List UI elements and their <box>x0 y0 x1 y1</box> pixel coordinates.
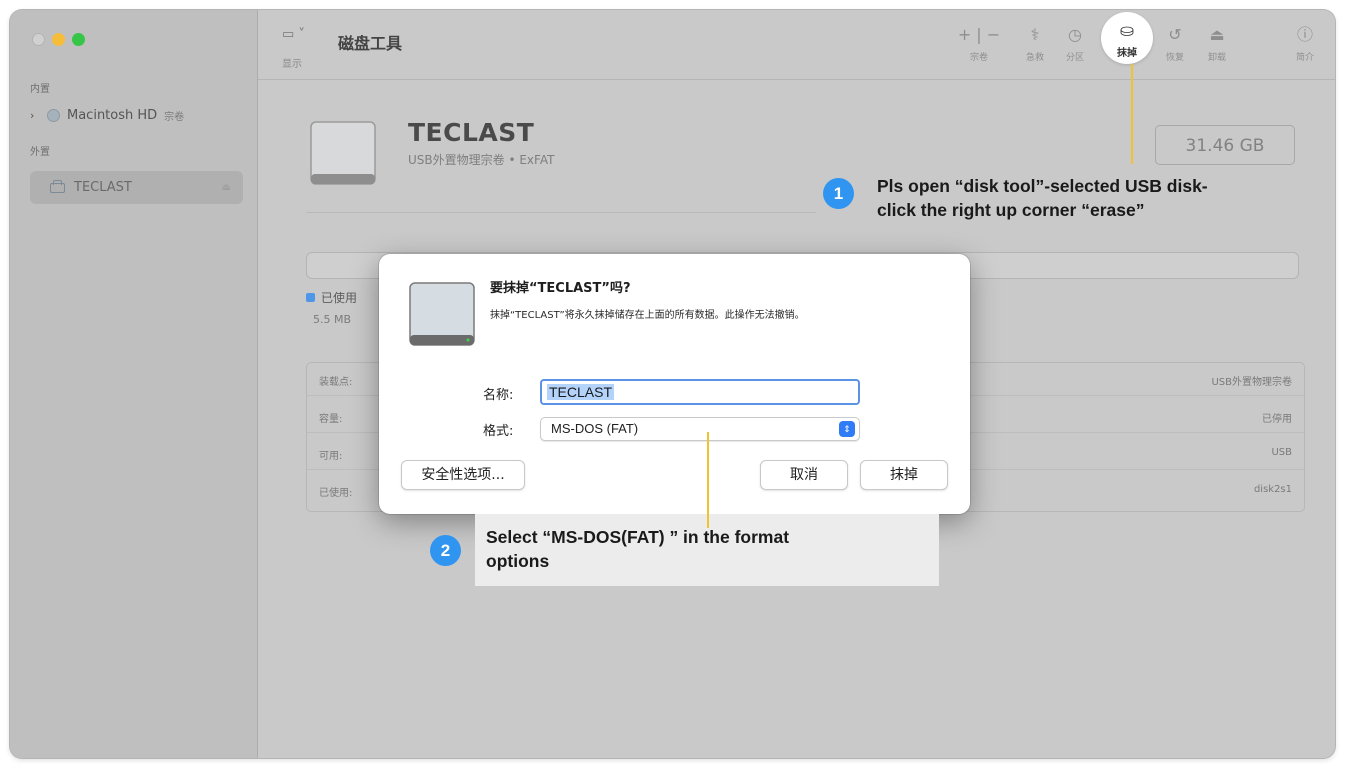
sidebar-item-teclast[interactable]: TECLAST ⏏ <box>30 171 243 204</box>
annotation-1-line-1: Pls open “disk tool”-selected USB disk- <box>877 176 1208 196</box>
close-window-button[interactable] <box>32 33 45 46</box>
info-value: USB外置物理宗卷 <box>1211 377 1292 388</box>
restore-icon: ↺ <box>1168 25 1182 44</box>
external-drive-icon <box>310 121 376 185</box>
dialog-title: 要抹掉“TECLAST”吗? <box>490 281 631 296</box>
erase-icon: ⛀ <box>1119 21 1135 41</box>
disk-size: 31.46 GB <box>1155 125 1295 165</box>
security-options-button[interactable]: 安全性选项... <box>401 460 525 490</box>
sidebar: 内置 › Macintosh HD 宗卷 外置 TECLAST ⏏ <box>10 10 258 758</box>
chevron-right-icon[interactable]: › <box>30 109 40 122</box>
sidebar-item-label: TECLAST <box>74 180 132 195</box>
cancel-button[interactable]: 取消 <box>760 460 848 490</box>
eject-icon[interactable]: ⏏ <box>222 182 231 193</box>
disk-name: TECLAST <box>408 118 535 147</box>
format-select-value: MS-DOS (FAT) <box>551 421 639 436</box>
sidebar-item-tag: 宗卷 <box>164 112 185 123</box>
annotation-connector-1 <box>1131 64 1133 164</box>
annotation-badge-2: 2 <box>430 535 461 566</box>
sidebar-item-label: Macintosh HD <box>67 108 158 123</box>
maximize-window-button[interactable] <box>72 33 85 46</box>
usb-drive-icon <box>50 179 65 193</box>
unmount-label: 卸载 <box>1207 53 1226 63</box>
internal-disk-icon <box>47 109 60 122</box>
used-legend-value: 5.5 MB <box>313 313 352 326</box>
restore-label: 恢复 <box>1165 53 1184 63</box>
unmount-button[interactable]: ⏏ 卸载 <box>1195 24 1239 63</box>
info-key: 装载点: <box>319 377 353 388</box>
annotation-badge-1: 1 <box>823 178 854 209</box>
annotation-text-1: Pls open “disk tool”-selected USB disk- … <box>877 174 1208 222</box>
sidebar-section-internal: 内置 <box>30 84 50 95</box>
disk-subtitle: USB外置物理宗卷 • ExFAT <box>408 153 555 167</box>
info-value: disk2s1 <box>1253 484 1292 495</box>
format-select[interactable]: MS-DOS (FAT) ⇕ <box>540 417 860 441</box>
unmount-icon: ⏏ <box>1209 25 1225 44</box>
toolbar: ▭ ˅ 显示 磁盘工具 + | − 宗卷 ⚕ 急救 ◷ 分区 ↺ 恢复 ⏏ 卸载… <box>258 10 1335 80</box>
info-button[interactable]: ⓘ 简介 <box>1283 24 1327 63</box>
format-label: 格式: <box>483 424 514 439</box>
sidebar-section-external: 外置 <box>30 147 50 158</box>
info-icon: ⓘ <box>1296 25 1313 44</box>
confirm-erase-button[interactable]: 抹掉 <box>860 460 948 490</box>
info-value: USB <box>1271 447 1292 458</box>
stethoscope-icon: ⚕ <box>1030 25 1040 44</box>
chevron-up-down-icon: ⇕ <box>839 421 855 437</box>
annotation-2-line-2: options <box>486 551 550 571</box>
view-label: 显示 <box>282 59 302 70</box>
dialog-description: 抹掉“TECLAST”将永久抹掉储存在上面的所有数据。此操作无法撤销。 <box>490 310 805 321</box>
erase-button-label: 抹掉 <box>1117 48 1137 59</box>
divider <box>306 212 816 213</box>
add-remove-volume-icon: + | − <box>957 25 1001 44</box>
annotation-connector-2 <box>707 432 709 528</box>
info-value: 已停用 <box>1262 414 1292 425</box>
used-legend-swatch <box>306 293 315 302</box>
info-key: 可用: <box>319 451 343 462</box>
name-label: 名称: <box>483 388 514 403</box>
first-aid-label: 急救 <box>1025 53 1044 63</box>
minimize-window-button[interactable] <box>52 33 65 46</box>
annotation-text-2: Select “MS-DOS(FAT) ” in the format opti… <box>486 525 789 573</box>
used-legend-label: 已使用 <box>321 291 358 305</box>
info-key: 容量: <box>319 414 343 425</box>
restore-button[interactable]: ↺ 恢复 <box>1153 24 1197 63</box>
app-title: 磁盘工具 <box>338 34 403 53</box>
volume-button-label: 宗卷 <box>969 53 988 63</box>
sidebar-item-macintosh-hd[interactable]: › Macintosh HD 宗卷 <box>30 108 184 123</box>
erase-button[interactable]: ⛀ 抹掉 <box>1101 12 1153 64</box>
window-controls <box>32 33 85 46</box>
annotation-2-line-1: Select “MS-DOS(FAT) ” in the format <box>486 527 790 547</box>
info-key: 已使用: <box>319 488 353 499</box>
annotation-1-line-2: click the right up corner “erase” <box>877 200 1145 220</box>
info-label: 简介 <box>1295 53 1314 63</box>
partition-icon: ◷ <box>1068 25 1082 44</box>
erase-dialog: 要抹掉“TECLAST”吗? 抹掉“TECLAST”将永久抹掉储存在上面的所有数… <box>379 254 970 514</box>
external-drive-icon <box>409 282 475 346</box>
volume-button[interactable]: + | − 宗卷 <box>953 24 1005 63</box>
partition-label: 分区 <box>1065 53 1084 63</box>
name-input-value: TECLAST <box>547 384 615 400</box>
partition-button[interactable]: ◷ 分区 <box>1053 24 1097 63</box>
sidebar-toggle-icon[interactable]: ▭ ˅ <box>282 27 305 42</box>
name-input[interactable]: TECLAST <box>540 379 860 405</box>
first-aid-button[interactable]: ⚕ 急救 <box>1013 24 1057 63</box>
